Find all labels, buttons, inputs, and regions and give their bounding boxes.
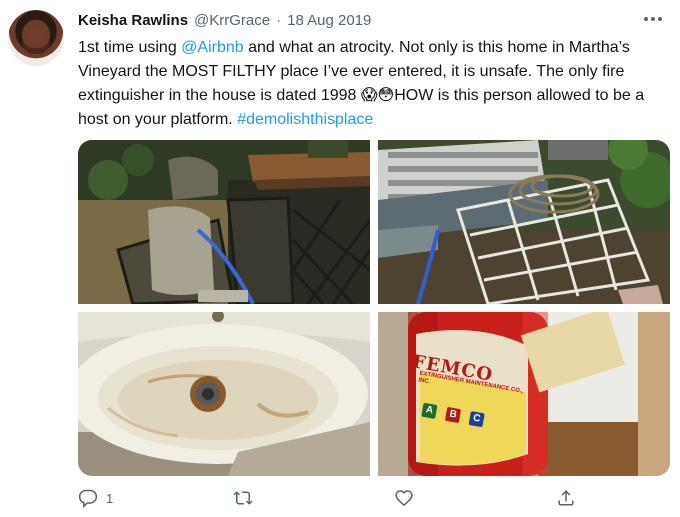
share-icon — [558, 490, 574, 506]
class-b-badge: B — [444, 406, 462, 424]
reply-button[interactable]: 1 — [78, 488, 113, 508]
retweet-button[interactable] — [232, 488, 262, 508]
photo-patio-chair[interactable] — [78, 140, 370, 304]
like-button[interactable] — [394, 488, 422, 508]
more-horizontal-icon[interactable] — [644, 12, 662, 26]
author-handle[interactable]: @KrrGrace — [194, 11, 270, 31]
hashtag-link[interactable]: #demolishthisplace — [237, 111, 373, 128]
photo-rusty-sink[interactable] — [78, 312, 370, 476]
tweet-text: 1st time using @Airbnb and what an atroc… — [78, 36, 668, 132]
author-name[interactable]: Keisha Rawlins — [78, 11, 188, 31]
patio-chair-image — [78, 140, 370, 304]
photo-lounge-chairs[interactable] — [378, 140, 670, 304]
tweet-text-part1: 1st time using — [78, 39, 182, 56]
retweet-icon — [233, 491, 253, 505]
airbnb-mention-link[interactable]: @Airbnb — [181, 39, 244, 56]
avatar[interactable] — [8, 10, 64, 66]
class-c-badge: C — [468, 411, 485, 428]
tweet-card[interactable]: Keisha Rawlins @KrrGrace · 18 Aug 2019 1… — [0, 0, 680, 517]
rusty-sink-image — [78, 312, 370, 476]
photo-fire-extinguisher[interactable]: FEMCO EXTINGUISHER MAINTENANCE CO., INC.… — [378, 312, 670, 476]
class-a-badge: A — [421, 402, 438, 419]
media-grid: FEMCO EXTINGUISHER MAINTENANCE CO., INC.… — [78, 140, 670, 476]
tweet-actions: 1 — [78, 488, 598, 516]
heart-icon — [395, 490, 413, 507]
lounge-chairs-image — [378, 140, 670, 304]
reply-count: 1 — [106, 490, 114, 506]
tweet-date[interactable]: 18 Aug 2019 — [287, 11, 371, 31]
share-button[interactable] — [556, 488, 576, 508]
tweet-header: Keisha Rawlins @KrrGrace · 18 Aug 2019 — [78, 10, 371, 32]
reply-icon — [78, 489, 98, 508]
header-separator: · — [276, 12, 282, 29]
